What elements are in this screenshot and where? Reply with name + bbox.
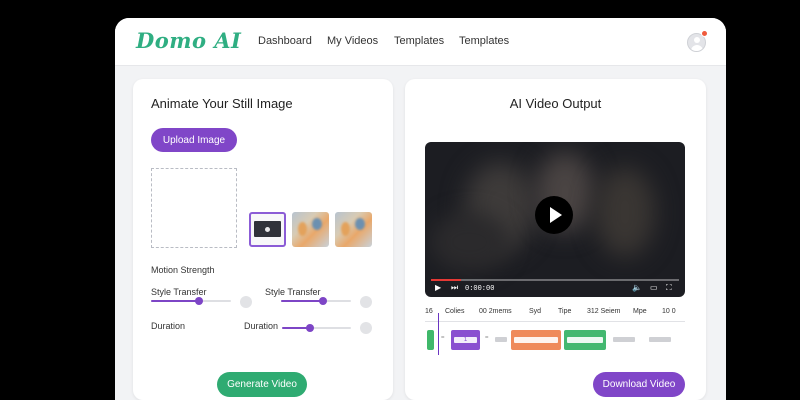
fullscreen-icon[interactable]: ⛶ [666,283,672,293]
duration-label-2: Duration [244,321,279,331]
timeline-header: Colies [445,308,465,315]
download-video-button[interactable]: Download Video [593,372,685,397]
timeline-header: Syd [529,308,542,315]
template-thumbnail-selected[interactable] [249,212,286,247]
slider-fill [281,300,323,302]
animate-panel: Animate Your Still Image Upload Image Mo… [133,79,393,400]
template-thumbnail-3[interactable] [335,212,372,247]
captions-icon[interactable]: ▭ [650,283,658,292]
slider-knob[interactable] [305,324,314,332]
timeline-clip[interactable] [564,330,606,350]
generate-video-button[interactable]: Generate Video [217,372,307,397]
image-dropzone[interactable] [151,168,237,248]
duration-slider[interactable] [282,323,351,333]
timeline-clip[interactable] [427,330,434,350]
slider-fill [151,300,199,302]
duration-label-1: Duration [151,321,186,331]
timeline-clip-label: 1 [454,337,477,343]
video-timeline[interactable]: 16 Colies 00 2mems Syd Tipe 312 Seiem Mp… [425,305,685,355]
volume-icon[interactable]: 🔈 [632,283,642,292]
play-dot-icon [265,227,270,232]
app-logo[interactable]: Domo AI [136,28,241,53]
avatar-head [694,37,700,43]
video-player[interactable]: ▶ ⏭ 0:00:00 🔈 ▭ ⛶ [425,142,685,297]
timeline-playhead[interactable] [438,313,439,355]
app-window: Domo AI Dashboard My Videos Templates Te… [115,18,726,400]
top-navbar: Domo AI Dashboard My Videos Templates Te… [115,18,726,66]
timeline-gap [613,337,635,342]
style-transfer-slider-1[interactable] [151,296,231,306]
motion-strength-label: Motion Strength [151,265,215,275]
timeline-header: 312 Seiem [587,308,621,315]
timeline-clip[interactable]: 1 [451,330,480,350]
timeline-header: Mpe [633,308,647,315]
play-icon[interactable] [535,196,573,234]
timeline-clip-inner [514,337,558,343]
timeline-header: 00 2mems [479,308,512,315]
nav-templates-2[interactable]: Templates [459,35,509,47]
nav-my-videos[interactable]: My Videos [327,35,378,47]
video-output-title: AI Video Output [509,96,602,111]
slider-knob[interactable] [195,297,203,305]
image-blob [312,218,322,230]
duration-toggle[interactable] [360,322,372,334]
skip-next-icon[interactable]: ⏭ [451,283,458,293]
video-frame-blur [430,212,510,272]
video-output-panel: AI Video Output ▶ ⏭ 0:00:00 🔈 ▭ ⛶ 16 Col… [405,79,706,400]
video-progress-bar[interactable] [431,279,679,281]
template-thumbnail-2[interactable] [292,212,329,247]
nav-dashboard[interactable]: Dashboard [258,35,312,47]
animate-panel-title: Animate Your Still Image [151,96,293,111]
slider-knob[interactable] [319,297,327,305]
timeline-header: Tipe [558,308,572,315]
play-small-icon[interactable]: ▶ [435,283,441,292]
style-transfer-slider-2[interactable] [281,296,351,306]
timeline-gap [649,337,671,342]
timeline-gap [495,337,507,342]
timeline-clip-inner [567,337,603,343]
timeline-header: 10 0 [662,308,676,315]
progress-fill [431,279,461,281]
timeline-divider [425,321,685,322]
image-blob [341,222,350,236]
timeline-marker: = [485,335,489,341]
timeline-clip[interactable] [511,330,561,350]
image-blob [298,222,307,236]
play-triangle [550,207,562,223]
style-transfer-toggle-1[interactable] [240,296,252,308]
timeline-header: 16 [425,308,433,315]
nav-templates[interactable]: Templates [394,35,444,47]
style-transfer-toggle-2[interactable] [360,296,372,308]
video-timecode: 0:00:00 [465,285,495,293]
video-frame-blur [595,167,655,257]
upload-image-button[interactable]: Upload Image [151,128,237,152]
timeline-marker: = [441,335,445,341]
avatar-body [691,45,703,51]
image-blob [355,218,365,230]
notification-badge [701,30,708,37]
